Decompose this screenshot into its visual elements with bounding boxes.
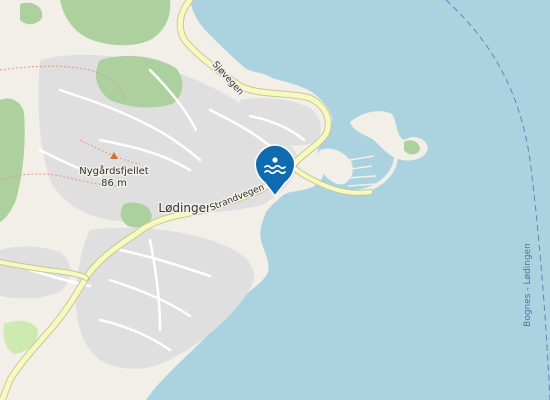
town-label[interactable]: Lødingen xyxy=(157,200,215,217)
peak-name-label: Nygårdsfjellet xyxy=(79,164,149,177)
peak-elevation-label: 86 m xyxy=(101,178,127,189)
ferry-route-label: Bognes - Lødingen xyxy=(523,243,533,327)
map-view[interactable]: Nygårdsfjellet 86 m Lødingen Sjøvegen St… xyxy=(0,0,550,400)
